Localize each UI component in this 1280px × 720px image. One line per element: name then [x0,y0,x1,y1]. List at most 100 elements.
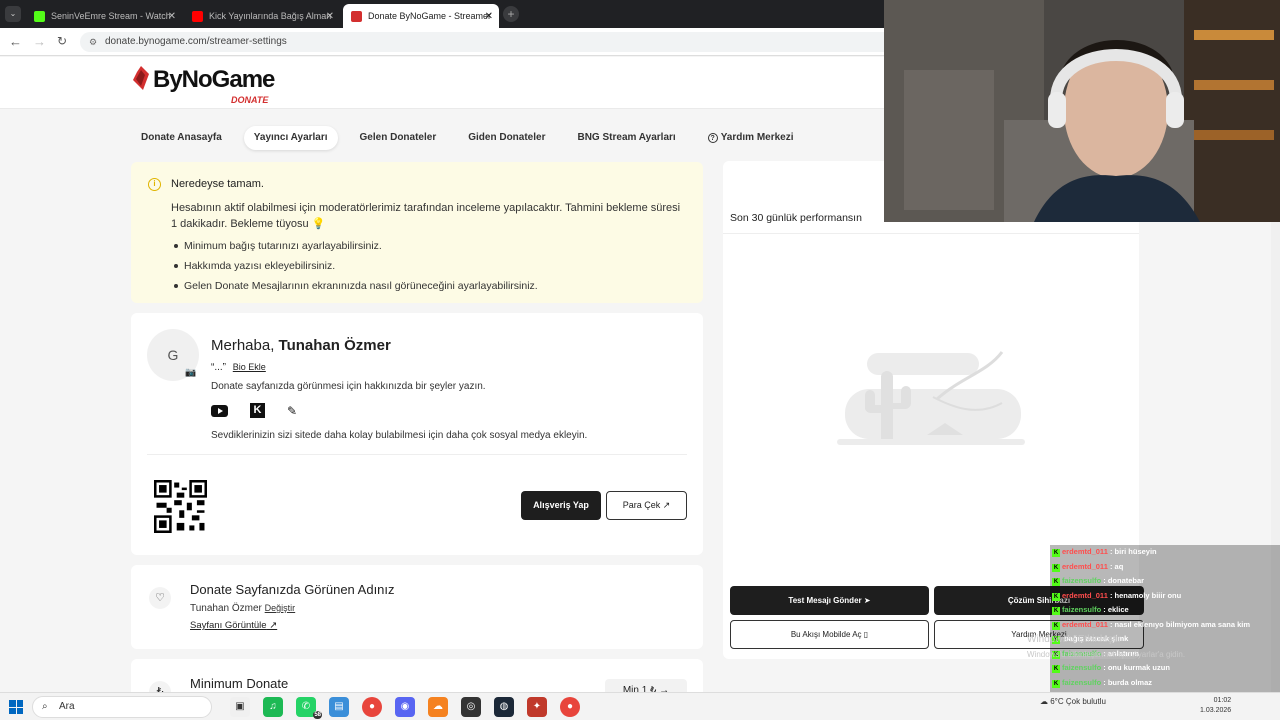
divider [723,233,1139,234]
withdraw-label: Para Çek [622,500,661,510]
chat-message: Kerdemtd_011 : aq [1050,559,1280,574]
windows-start-icon[interactable] [9,700,23,714]
watermark-line: Windows'u etkinleştirmek için Ayarlar'a … [1027,650,1186,659]
chat-username: faizensulfo [1062,605,1102,614]
test-message-button[interactable]: Test Mesajı Gönder ➤ [730,586,929,615]
chat-text: : henamoly biiir onu [1107,590,1182,600]
kick-badge-icon: K [1052,621,1060,630]
kick-badge-icon: K [1052,578,1060,586]
close-icon[interactable]: ✕ [168,11,176,22]
display-name-card: ♡ Donate Sayfanızda Görünen Adınız Tunah… [131,565,703,649]
notice-item: Hakkımda yazısı ekleyebilirsiniz. [174,256,685,276]
chat-username: erdemtd_011 [1062,590,1108,600]
stream-chat-overlay: Kerdemtd_011 : biri hüseyin Kerdemtd_011 … [1050,545,1280,693]
social-links: K ✎ [211,403,297,418]
files-icon[interactable]: ▤ [329,697,349,717]
webcam-feed-image [884,0,1280,222]
tab-title: Donate ByNoGame - Streamer [368,11,492,21]
chat-text: : nasıl eklenıyo bilmiyom ama sana kim [1107,619,1251,629]
clock[interactable]: 01:02 1.03.2026 [1200,696,1231,716]
clock-time: 01:02 [1213,697,1232,704]
display-name-row: Tunahan Özmer Değiştir [190,603,295,614]
qr-code[interactable] [154,480,207,533]
nav-donate-home[interactable]: Donate Anasayfa [131,126,232,150]
browser-tab-active[interactable]: Donate ByNoGame - Streamer ✕ [343,4,499,28]
discord-icon[interactable]: ◉ [395,697,415,717]
bynogame-favicon-icon [351,10,362,22]
shop-button[interactable]: Alışveriş Yap [521,491,601,520]
whatsapp-icon[interactable]: ✆ 58 [296,697,322,719]
nav-bng-stream-settings[interactable]: BNG Stream Ayarları [567,126,685,150]
view-page-label: Sayfanı Görüntüle [190,620,267,631]
weather-text[interactable]: 6°C Çok bulutlu [1050,697,1106,706]
display-name-value: Tunahan Özmer [190,603,262,614]
edit-pencil-icon[interactable]: ✎ [287,404,297,418]
phone-icon: ▯ [863,630,869,639]
chrome-icon[interactable]: ● [362,697,382,717]
add-bio-link[interactable]: Bio Ekle [233,362,266,372]
close-icon[interactable]: ✕ [326,11,334,22]
hand-heart-icon: ♡ [149,587,171,609]
notice-body: Hesabının aktif olabilmesi için moderatö… [171,202,681,230]
obs-icon[interactable]: ◎ [461,697,481,717]
camera-icon[interactable]: 📷 [185,367,199,379]
bio-hint: Donate sayfanızda görünmesi için hakkını… [211,381,486,392]
game-app-icon[interactable]: ✦ [527,697,547,717]
back-icon[interactable]: ← [9,34,22,49]
chat-username: faizensulfo [1062,663,1102,672]
empty-state-illustration [837,351,1025,445]
logo-name: ByNoGame [153,66,275,93]
tab-title: SeninVeEmre Stream - Watch [51,11,171,21]
chat-message: Kfaizensulfo : onu kurmak uzun [1050,661,1280,676]
chat-username: erdemtd_011 [1062,547,1108,556]
close-icon[interactable]: ✕ [485,11,493,22]
steam-icon[interactable]: ◍ [494,697,514,717]
nav-incoming-donates[interactable]: Gelen Donateler [350,126,447,150]
nav-streamer-settings[interactable]: Yayıncı Ayarları [243,126,338,150]
logo-subtitle: DONATE [231,95,269,105]
kick-badge-icon: K [1052,607,1060,615]
youtube-favicon-icon [192,10,203,22]
site-info-icon[interactable]: ⚙ [89,32,97,52]
new-tab-button[interactable]: + [503,6,519,22]
open-on-mobile-button[interactable]: Bu Akışı Mobilde Aç ▯ [730,620,929,649]
browser-tab[interactable]: Kick Yayınlarında Bağış Alman ✕ [184,4,340,28]
task-view-icon[interactable]: ▣ [230,697,250,717]
view-page-link[interactable]: Sayfanı Görüntüle ↗ [190,620,277,631]
taskbar-apps: ▣ ♫ ✆ 58 ▤ ● ◉ ☁ ◎ ◍ ✦ ● [230,697,580,719]
reload-icon[interactable]: ↻ [57,34,67,48]
nav-outgoing-donates[interactable]: Giden Donateler [458,126,555,150]
help-icon: ? [707,133,718,143]
bio-text: “...” [211,362,226,373]
divider [147,454,687,455]
display-name-title: Donate Sayfanızda Görünen Adınız [190,582,395,597]
minimum-title: Minimum Donate [190,676,289,691]
chat-message: Kerdemtd_011 : biri hüseyin [1050,545,1280,560]
chat-message: Kfaizensulfo : burda olmaz [1050,675,1280,690]
weather-icon: ☁ [1040,697,1048,706]
spotify-icon[interactable]: ♫ [263,697,283,717]
withdraw-button[interactable]: Para Çek ↗ [606,491,687,520]
kick-badge-icon: K [1052,665,1060,673]
nav-help-center[interactable]: ? Yardım Merkezi [698,126,804,150]
profile-card: G 📷 Merhaba, Tunahan Özmer “...” Bio Ekl… [131,313,703,555]
tab-search-button[interactable]: ⌄ [5,6,21,22]
notice-title: Neredeyse tamam. [171,178,264,190]
url-field[interactable]: ⚙ donate.bynogame.com/streamer-settings [80,32,960,52]
youtube-icon[interactable] [211,404,228,417]
mobile-button-label: Bu Akışı Mobilde Aç [790,630,862,639]
notice-list: Minimum bağış tutarınızı ayarlayabilirsi… [171,236,685,296]
cloud-app-icon[interactable]: ☁ [428,697,448,717]
social-hint: Sevdiklerinizin sizi sitede daha kolay b… [211,430,588,441]
chat-text: : onu kurmak uzun [1101,663,1170,672]
taskbar-search[interactable]: ⌕ Ara [32,696,212,718]
webcam-overlay [884,0,1280,222]
forward-icon[interactable]: → [33,34,46,49]
kick-icon[interactable]: K [250,403,265,418]
change-name-link[interactable]: Değiştir [265,603,296,613]
chrome-icon[interactable]: ● [560,697,580,717]
chat-text: : eklice [1101,605,1129,614]
taskbar: ⌕ Ara ▣ ♫ ✆ 58 ▤ ● ◉ ☁ ◎ ◍ ✦ ● ☁ 6°C Çok … [0,692,1280,720]
browser-tab[interactable]: SeninVeEmre Stream - Watch ✕ [26,4,182,28]
settings-nav: Donate Anasayfa Yayıncı Ayarları Gelen D… [131,126,804,152]
